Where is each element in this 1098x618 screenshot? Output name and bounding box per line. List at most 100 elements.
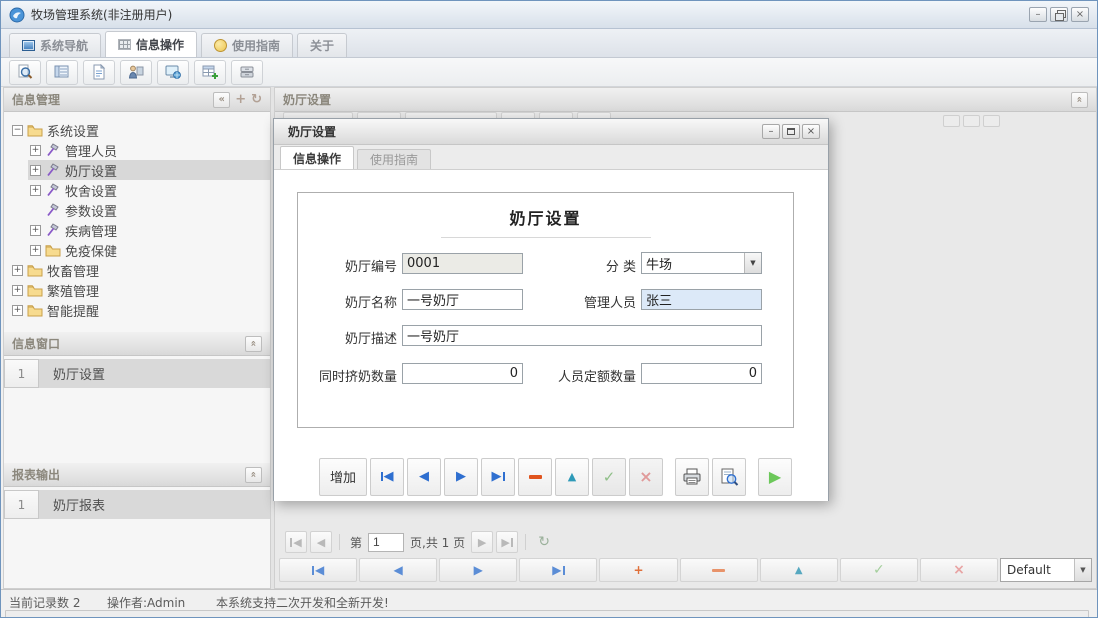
chevron-down-icon[interactable]: ▼	[744, 253, 761, 273]
code-input[interactable]	[402, 253, 523, 274]
view-style-select[interactable]: Default ▼	[1000, 558, 1092, 582]
prev-page-button[interactable]: ◀	[310, 531, 332, 553]
milking-count-input[interactable]	[402, 363, 523, 384]
document-button[interactable]	[83, 60, 115, 85]
dialog-close-button[interactable]: ×	[802, 124, 820, 139]
tree-item-administrators[interactable]: + 管理人员	[4, 140, 270, 160]
window-title: 牧场管理系统(非注册用户)	[31, 6, 172, 23]
expand-node-icon[interactable]: +	[12, 265, 23, 276]
last-page-button[interactable]: ▶	[496, 531, 518, 553]
dialog-minimize-button[interactable]: –	[762, 124, 780, 139]
dialog-tab-info-operation[interactable]: 信息操作	[280, 146, 354, 169]
folder-icon	[45, 243, 61, 257]
first-page-button[interactable]: ◀	[285, 531, 307, 553]
monitor-button[interactable]	[157, 60, 189, 85]
expand-node-icon[interactable]: +	[12, 305, 23, 316]
refresh-panel-button[interactable]: ↻	[251, 92, 262, 107]
tree-item-immunization-health[interactable]: + 免疫保健	[4, 240, 270, 260]
window-minimize-button[interactable]: –	[1029, 7, 1047, 22]
cancel-edit-button[interactable]: ×	[629, 458, 663, 496]
info-window-row[interactable]: 1 奶厅设置	[4, 359, 270, 388]
tree-item-smart-reminders[interactable]: + 智能提醒	[4, 300, 270, 320]
page-number-input[interactable]	[368, 533, 404, 552]
menu-tab-label: 关于	[310, 37, 334, 54]
restore-icon	[1055, 10, 1064, 19]
page-prefix-label: 第	[350, 534, 362, 551]
add-record-button[interactable]: +	[599, 558, 677, 582]
help-coin-icon	[214, 39, 227, 52]
collapse-node-icon[interactable]: −	[12, 125, 23, 136]
report-output-header: 报表输出 «	[4, 463, 270, 487]
record-nav-toolbar: ◀ ◀ ▶ ▶ + ▲ ✓ × Default ▼	[279, 558, 1092, 584]
menu-tab-about[interactable]: 关于	[297, 33, 347, 57]
next-record-button[interactable]: ▶	[444, 458, 478, 496]
collapse-up-button[interactable]: «	[245, 467, 262, 483]
document-icon	[90, 64, 108, 80]
report-output-row[interactable]: 1 奶厅报表	[4, 490, 270, 519]
dialog-title-bar[interactable]: 奶厅设置 – ×	[274, 119, 828, 145]
description-input[interactable]	[402, 325, 762, 346]
tree-item-livestock-management[interactable]: + 牧畜管理	[4, 260, 270, 280]
name-input[interactable]	[402, 289, 523, 310]
tree-item-system-settings[interactable]: − 系统设置	[4, 120, 270, 140]
nav-prev-button[interactable]: ◀	[359, 558, 437, 582]
expand-node-icon[interactable]: +	[30, 145, 41, 156]
folder-icon	[27, 123, 43, 137]
expand-node-icon[interactable]: +	[30, 185, 41, 196]
dialog-maximize-button[interactable]	[782, 124, 800, 139]
collapse-left-button[interactable]: «	[213, 92, 230, 108]
description-label: 奶厅描述	[300, 328, 397, 347]
print-button[interactable]	[675, 458, 709, 496]
run-button[interactable]: ▶	[758, 458, 792, 496]
tree-item-label: 管理人员	[65, 141, 117, 160]
collapse-up-button[interactable]: «	[1071, 92, 1088, 108]
menu-tab-user-guide[interactable]: 使用指南	[201, 33, 293, 57]
expand-node-icon[interactable]: +	[30, 165, 41, 176]
delete-button[interactable]	[518, 458, 552, 496]
next-page-button[interactable]: ▶	[471, 531, 493, 553]
window-restore-button[interactable]	[1050, 7, 1068, 22]
list-view-button[interactable]	[46, 60, 78, 85]
nav-last-button[interactable]: ▶	[519, 558, 597, 582]
manager-input[interactable]	[641, 289, 762, 310]
prev-record-button[interactable]: ◀	[407, 458, 441, 496]
refresh-button[interactable]: ↻	[533, 531, 555, 553]
cancel-button[interactable]: ×	[920, 558, 998, 582]
tree-item-breeding-management[interactable]: + 繁殖管理	[4, 280, 270, 300]
first-record-button[interactable]: ◀	[370, 458, 404, 496]
add-panel-button[interactable]: +	[235, 92, 246, 107]
dialog-tab-user-guide[interactable]: 使用指南	[357, 149, 431, 169]
menu-tab-info-operation[interactable]: 信息操作	[105, 31, 197, 57]
tree-item-milking-parlor-settings[interactable]: + 奶厅设置	[4, 160, 270, 180]
save-button[interactable]: ✓	[592, 458, 626, 496]
confirm-button[interactable]: ✓	[840, 558, 918, 582]
archive-button[interactable]	[231, 60, 263, 85]
panel-title: 信息管理	[12, 91, 60, 108]
expand-node-icon[interactable]: +	[30, 245, 41, 256]
window-close-button[interactable]: ×	[1071, 7, 1089, 22]
edit-button[interactable]: ▲	[555, 458, 589, 496]
list-icon	[53, 64, 71, 80]
menu-tab-system-nav[interactable]: 系统导航	[9, 33, 101, 57]
menu-tab-label: 系统导航	[40, 37, 88, 54]
print-preview-button[interactable]	[712, 458, 746, 496]
user-button[interactable]	[120, 60, 152, 85]
category-combobox[interactable]: 牛场 ▼	[641, 252, 762, 274]
tree-item-disease-management[interactable]: + 疾病管理	[4, 220, 270, 240]
table-add-button[interactable]	[194, 60, 226, 85]
last-record-button[interactable]: ▶	[481, 458, 515, 496]
nav-first-button[interactable]: ◀	[279, 558, 357, 582]
search-document-button[interactable]	[9, 60, 41, 85]
tree-item-barn-settings[interactable]: + 牧舍设置	[4, 180, 270, 200]
edit-record-button[interactable]: ▲	[760, 558, 838, 582]
delete-record-button[interactable]	[680, 558, 758, 582]
category-label: 分 类	[538, 256, 636, 275]
tree-item-parameter-settings[interactable]: 参数设置	[4, 200, 270, 220]
collapse-up-button[interactable]: «	[245, 336, 262, 352]
add-button[interactable]: 增加	[319, 458, 367, 496]
staff-quota-input[interactable]	[641, 363, 762, 384]
nav-next-button[interactable]: ▶	[439, 558, 517, 582]
expand-node-icon[interactable]: +	[30, 225, 41, 236]
selected-view: Default	[1001, 563, 1074, 577]
expand-node-icon[interactable]: +	[12, 285, 23, 296]
